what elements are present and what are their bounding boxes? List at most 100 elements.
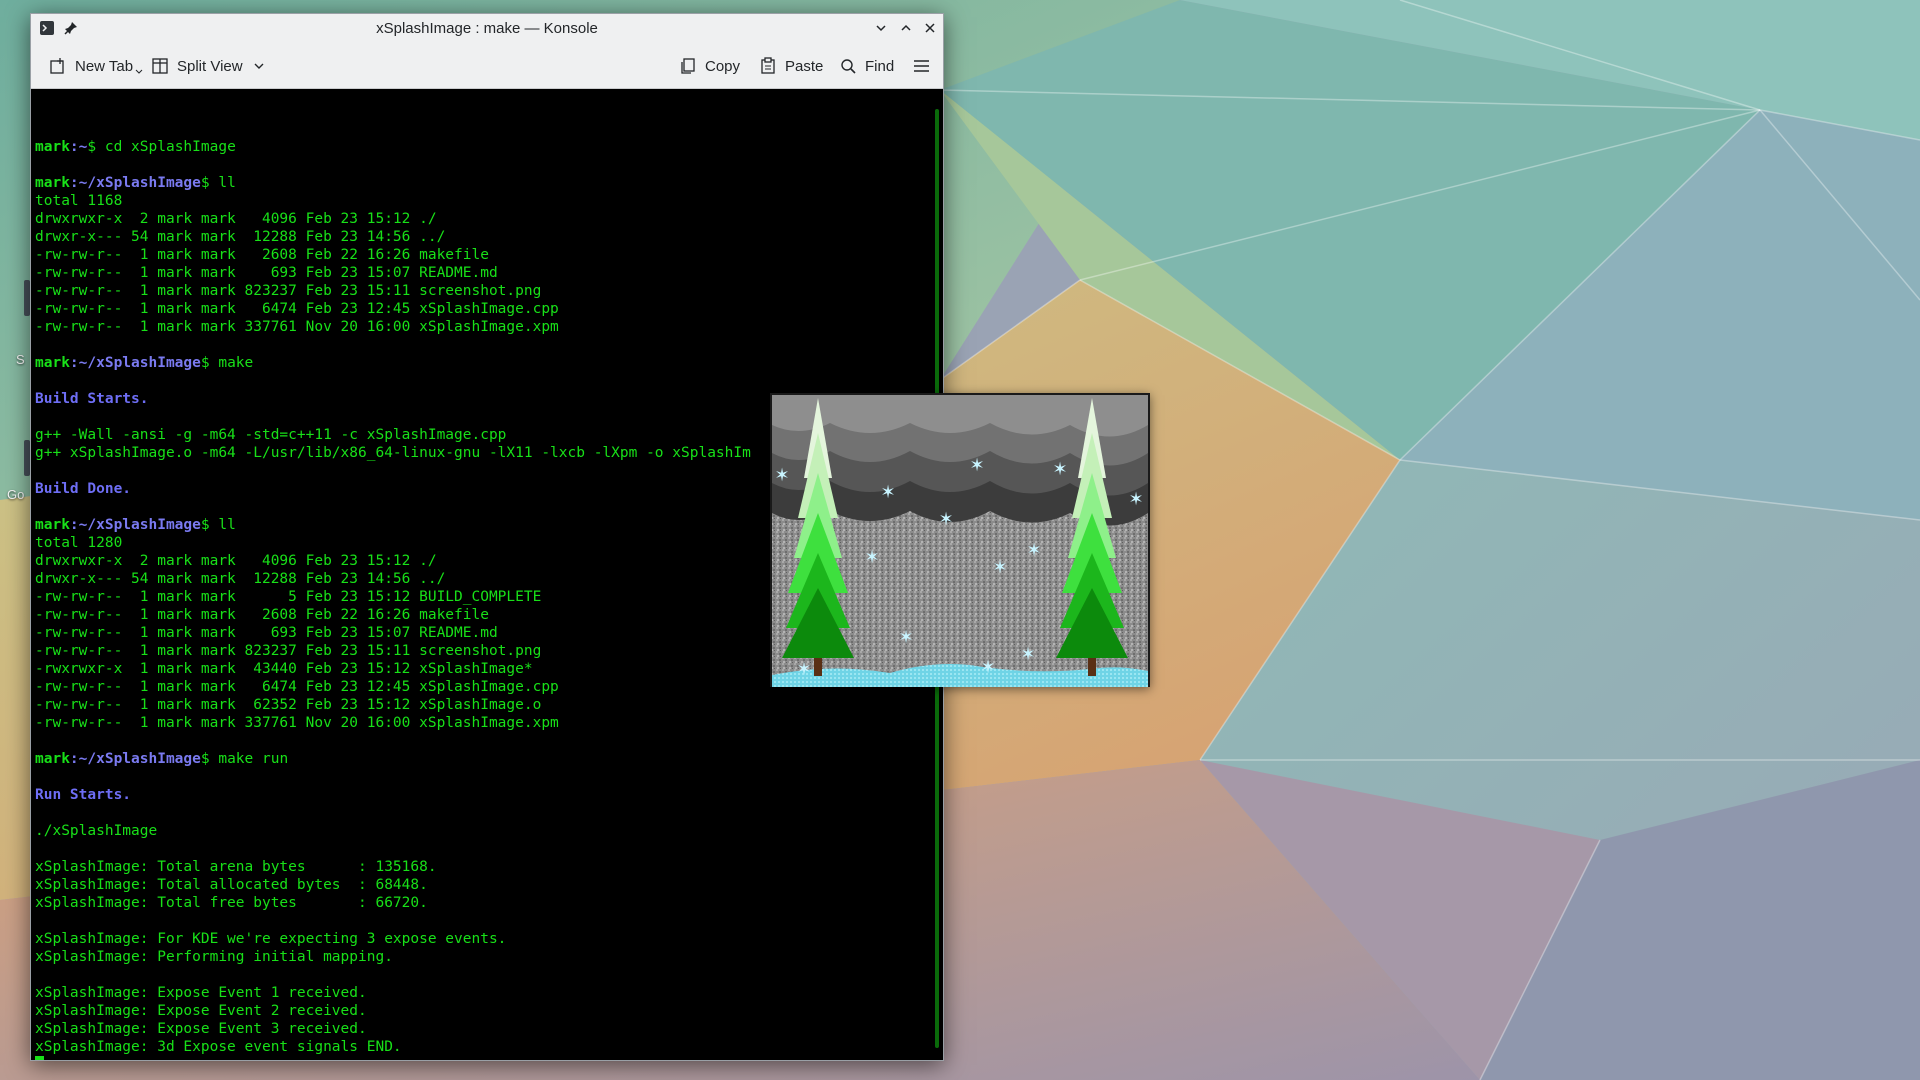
paste-label: Paste	[785, 57, 824, 75]
terminal-line: Build Starts.	[35, 390, 751, 408]
terminal-cursor	[35, 1056, 44, 1060]
prompt-user: mark	[35, 355, 70, 371]
svg-text:✶: ✶	[969, 455, 984, 476]
svg-text:✶: ✶	[796, 659, 811, 680]
split-view-icon	[152, 58, 168, 74]
toolbar: New Tab Split View Copy Paste Find	[31, 42, 943, 89]
terminal-line: -rw-rw-r-- 1 mark mark 337761 Nov 20 16:…	[35, 714, 751, 732]
desktop-icon-label[interactable]: Go	[7, 487, 24, 502]
output-text: -rw-rw-r-- 1 mark mark 2608 Feb 22 16:26…	[35, 247, 489, 263]
build-message: Build Done.	[35, 481, 132, 497]
terminal-line: xSplashImage: Total arena bytes : 135168…	[35, 858, 751, 876]
title-bar[interactable]: xSplashImage : make — Konsole	[31, 14, 943, 42]
svg-text:✶: ✶	[774, 465, 789, 486]
hamburger-menu-button[interactable]	[913, 54, 938, 78]
build-message: Build Starts.	[35, 391, 149, 407]
copy-button[interactable]: Copy	[679, 54, 740, 78]
terminal-line: xSplashImage: Performing initial mapping…	[35, 948, 751, 966]
output-text: g++ -Wall -ansi -g -m64 -std=c++11 -c xS…	[35, 427, 507, 443]
output-text: -rw-rw-r-- 1 mark mark 337761 Nov 20 16:…	[35, 319, 559, 335]
terminal-line: mark:~/xSplashImage$ ll	[35, 516, 751, 534]
paste-button[interactable]: Paste	[759, 54, 823, 78]
prompt-user: mark	[35, 139, 70, 155]
output-text: -rw-rw-r-- 1 mark mark 337761 Nov 20 16:…	[35, 715, 559, 731]
copy-label: Copy	[705, 57, 741, 75]
close-icon[interactable]	[920, 18, 940, 38]
build-message: Run Starts.	[35, 787, 132, 803]
terminal-line: xSplashImage: Expose Event 1 received.	[35, 984, 751, 1002]
terminal-line: total 1168	[35, 192, 751, 210]
prompt-path: :~/xSplashImage	[69, 517, 201, 533]
prompt-command: $ ll	[200, 175, 236, 191]
terminal-line: g++ -Wall -ansi -g -m64 -std=c++11 -c xS…	[35, 426, 751, 444]
output-text: xSplashImage: Expose Event 3 received.	[35, 1021, 367, 1037]
terminal-line: g++ xSplashImage.o -m64 -L/usr/lib/x86_6…	[35, 444, 751, 462]
terminal-line: total 1280	[35, 534, 751, 552]
terminal-line: xSplashImage: For KDE we're expecting 3 …	[35, 930, 751, 948]
terminal-line: -rw-rw-r-- 1 mark mark 5 Feb 23 15:12 BU…	[35, 588, 751, 606]
find-button[interactable]: Find	[840, 54, 894, 78]
svg-text:✶: ✶	[864, 547, 879, 568]
terminal-line: -rw-rw-r-- 1 mark mark 6474 Feb 23 12:45…	[35, 300, 751, 318]
terminal-line: -rw-rw-r-- 1 mark mark 823237 Feb 23 15:…	[35, 282, 751, 300]
output-text: -rw-rw-r-- 1 mark mark 6474 Feb 23 12:45…	[35, 301, 559, 317]
output-text: -rwxrwxr-x 1 mark mark 43440 Feb 23 15:1…	[35, 661, 533, 677]
svg-text:✶: ✶	[1026, 540, 1041, 561]
prompt-command: $ make run	[200, 751, 289, 767]
hamburger-menu-icon	[914, 60, 929, 72]
output-text: xSplashImage: Total free bytes : 66720.	[35, 895, 428, 911]
terminal-line: Run Starts.	[35, 786, 751, 804]
output-text: g++ xSplashImage.o -m64 -L/usr/lib/x86_6…	[35, 445, 751, 461]
paste-icon	[761, 57, 775, 74]
desktop-icon-label[interactable]: S	[16, 352, 25, 367]
terminal-line: drwxr-x--- 54 mark mark 12288 Feb 23 14:…	[35, 570, 751, 588]
svg-text:✶: ✶	[898, 627, 913, 648]
output-text: xSplashImage: Performing initial mapping…	[35, 949, 393, 965]
output-text: -rw-rw-r-- 1 mark mark 5 Feb 23 15:12 BU…	[35, 589, 542, 605]
split-view-button[interactable]: Split View	[151, 54, 273, 78]
prompt-user: mark	[35, 751, 70, 767]
output-text: drwxr-x--- 54 mark mark 12288 Feb 23 14:…	[35, 571, 446, 587]
prompt-path: :~/xSplashImage	[69, 175, 201, 191]
output-text: -rw-rw-r-- 1 mark mark 6474 Feb 23 12:45…	[35, 679, 559, 695]
chevron-down-icon	[135, 69, 143, 74]
prompt-command: $ cd xSplashImage	[87, 139, 236, 155]
terminal-line: ./xSplashImage	[35, 822, 751, 840]
new-tab-button[interactable]: New Tab	[49, 54, 151, 78]
output-text: total 1168	[35, 193, 123, 209]
terminal-line: -rw-rw-r-- 1 mark mark 6474 Feb 23 12:45…	[35, 678, 751, 696]
chevron-up-icon[interactable]	[896, 18, 916, 38]
terminal-line: xSplashImage: Expose Event 2 received.	[35, 1002, 751, 1020]
terminal-line: mark:~$ cd xSplashImage	[35, 138, 751, 156]
output-text: -rw-rw-r-- 1 mark mark 2608 Feb 22 16:26…	[35, 607, 489, 623]
new-tab-label: New Tab	[75, 57, 134, 75]
terminal-line: xSplashImage: Total free bytes : 66720.	[35, 894, 751, 912]
chevron-down-icon	[254, 63, 264, 69]
output-text: xSplashImage: Total allocated bytes : 68…	[35, 877, 428, 893]
output-text: drwxr-x--- 54 mark mark 12288 Feb 23 14:…	[35, 229, 446, 245]
window-title: xSplashImage : make — Konsole	[376, 20, 598, 37]
terminal-output: mark:~$ cd xSplashImage mark:~/xSplashIma…	[35, 120, 751, 1060]
svg-text:✶: ✶	[1052, 459, 1067, 480]
terminal-line: xSplashImage: Total allocated bytes : 68…	[35, 876, 751, 894]
output-text: xSplashImage: 3d Expose event signals EN…	[35, 1039, 402, 1055]
output-text: -rw-rw-r-- 1 mark mark 823237 Feb 23 15:…	[35, 283, 542, 299]
prompt-path: :~/xSplashImage	[69, 751, 201, 767]
prompt-command: $ ll	[200, 517, 236, 533]
chevron-down-icon[interactable]	[871, 18, 891, 38]
output-text: drwxrwxr-x 2 mark mark 4096 Feb 23 15:12…	[35, 553, 437, 569]
svg-text:✶: ✶	[992, 557, 1007, 578]
terminal-line: -rw-rw-r-- 1 mark mark 693 Feb 23 15:07 …	[35, 264, 751, 282]
terminal-line: -rw-rw-r-- 1 mark mark 693 Feb 23 15:07 …	[35, 624, 751, 642]
svg-text:✶: ✶	[938, 509, 953, 530]
